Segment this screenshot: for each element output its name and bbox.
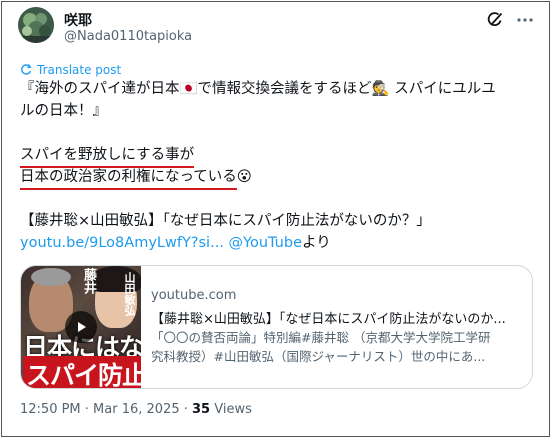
thumb-name-1: 藤井 — [81, 268, 96, 294]
views-count: 35 — [192, 402, 211, 417]
tweet-line-underlined: スパイを野放しにする事が — [20, 144, 535, 168]
link-preview-card[interactable]: 藤井 山田敏弘 日本にはない スパイ防止 youtube.com 【藤井聡×山田… — [20, 265, 533, 389]
link-suffix: より — [302, 235, 331, 251]
youtube-link[interactable]: youtu.be/9Lo8AmyLwfY?si... — [20, 235, 224, 251]
translate-label[interactable]: Translate post — [37, 63, 121, 77]
card-title: 【藤井聡×山田敏弘】「なぜ日本にスパイ防止法がないのか... — [151, 312, 506, 327]
translate-icon — [20, 60, 32, 79]
play-icon[interactable] — [65, 311, 97, 343]
views-label: Views — [210, 402, 252, 417]
video-thumbnail[interactable]: 藤井 山田敏弘 日本にはない スパイ防止 — [21, 266, 141, 388]
tweet-line-underlined: 日本の政治家の利権になっている😮 — [20, 166, 535, 190]
more-icon[interactable] — [515, 10, 535, 30]
grok-icon[interactable] — [485, 10, 505, 30]
thumb-name-2: 山田敏弘 — [123, 272, 136, 316]
tweet-meta: 12:50 PM · Mar 16, 2025 · 35 Views — [20, 402, 252, 417]
tweet-container: 咲耶 @Nada0110tapioka Translate post 『海外のス… — [1, 1, 550, 437]
timestamp[interactable]: 12:50 PM · Mar 16, 2025 · — [20, 402, 192, 417]
translate-post[interactable]: Translate post — [20, 60, 121, 79]
tweet-line: ルの日本！』 — [20, 103, 107, 119]
tweet-text: 『海外のスパイ達が日本🇯🇵で情報交換会議をするほど🕵 スパイにユルユ ルの日本！… — [20, 78, 535, 254]
tweet-line: 【藤井聡×山田敏弘】「なぜ日本にスパイ防止法がないのか？」 — [20, 213, 431, 229]
display-name[interactable]: 咲耶 — [64, 10, 92, 30]
tweet-line: 『海外のスパイ達が日本🇯🇵で情報交換会議をするほど🕵 スパイにユルユ — [20, 81, 496, 97]
shocked-emoji: 😮 — [236, 169, 252, 185]
handle[interactable]: @Nada0110tapioka — [64, 29, 192, 44]
card-domain: youtube.com — [151, 288, 237, 303]
youtube-mention[interactable]: @YouTube — [229, 235, 302, 251]
card-description: 「〇〇の賛否両論」特別編#藤井聡 （京都大学大学院工学研 究科教授）#山田敏弘（… — [151, 330, 491, 364]
tweet-link-line: youtu.be/9Lo8AmyLwfY?si... @YouTubeより — [20, 232, 535, 254]
avatar[interactable] — [18, 7, 54, 43]
thumb-caption-2: スパイ防止 — [23, 356, 141, 388]
header-actions — [485, 10, 535, 30]
